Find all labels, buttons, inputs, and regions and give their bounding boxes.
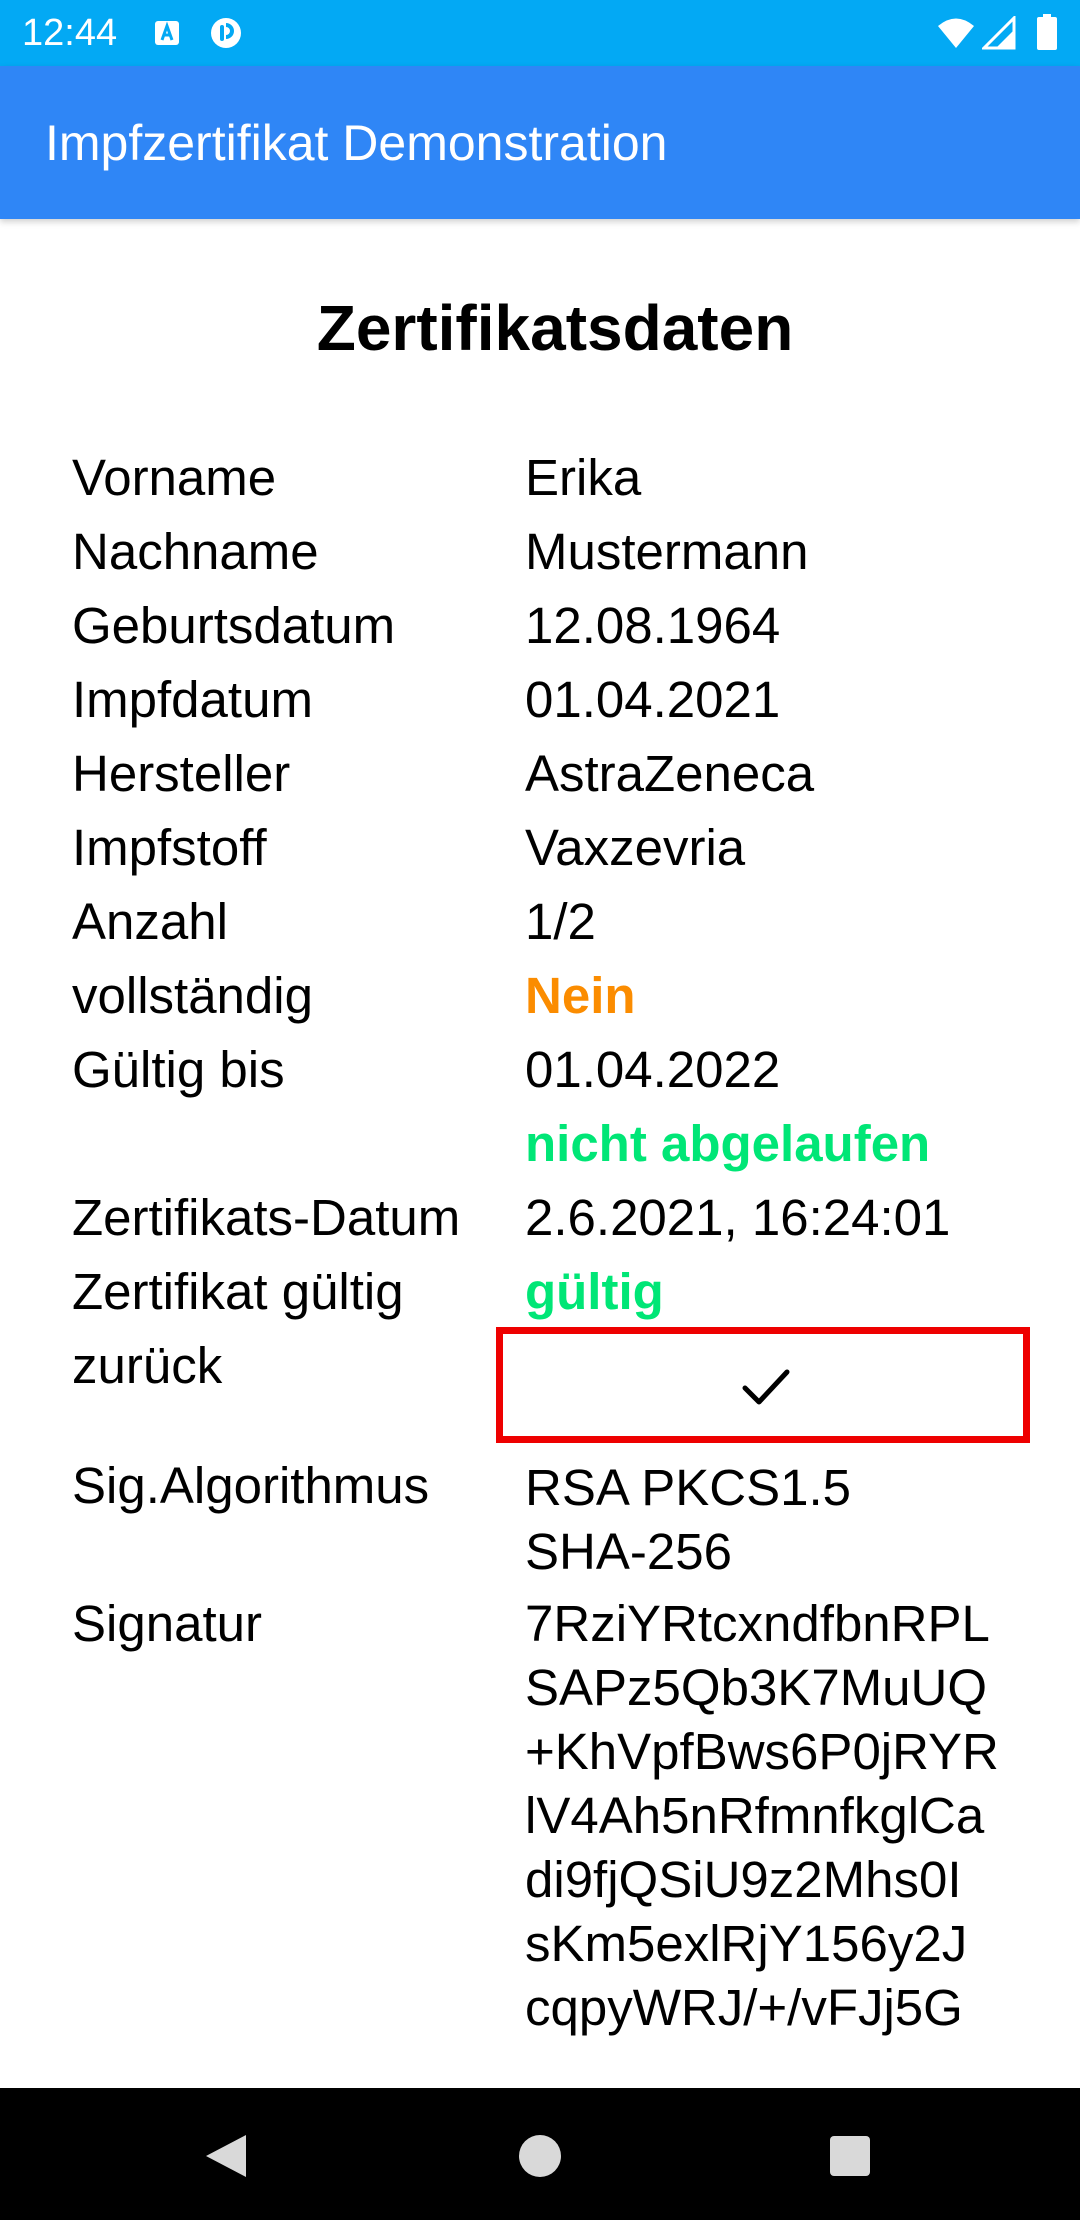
label-impfstoff: Impfstoff (72, 819, 267, 876)
value-signatur: 7RziYRtcxndfbnRPL SAPz5Qb3K7MuUQ +KhVpfB… (525, 1592, 999, 2040)
value-zertifikats-datum: 2.6.2021, 16:24:01 (525, 1189, 951, 1246)
expiry-status: nicht abgelaufen (525, 1115, 931, 1172)
label-zurueck: zurück (72, 1337, 223, 1394)
value-sig-algorithmus: RSA PKCS1.5 SHA-256 (525, 1456, 851, 1584)
value-hersteller: AstraZeneca (525, 745, 815, 802)
label-anzahl: Anzahl (72, 893, 228, 950)
signatur-line: lV4Ah5nRfmnfkglCa (525, 1787, 985, 1844)
value-nachname: Mustermann (525, 523, 809, 580)
signatur-line: sKm5exlRjY156y2J (525, 1915, 968, 1972)
value-geburtsdatum: 12.08.1964 (525, 597, 781, 654)
label-signatur: Signatur (72, 1595, 262, 1652)
status-time: 12:44 (22, 12, 118, 54)
label-impfdatum: Impfdatum (72, 671, 313, 728)
value-anzahl: 1/2 (525, 893, 596, 950)
signatur-line: cqpyWRJ/+/vFJj5G (525, 1979, 963, 2036)
signal-icon (982, 16, 1016, 50)
label-vollstaendig: vollständig (72, 967, 313, 1024)
signatur-line: SAPz5Qb3K7MuUQ (525, 1659, 988, 1716)
page-title: Zertifikatsdaten (316, 292, 794, 364)
label-zertifikats-datum: Zertifikats-Datum (72, 1189, 461, 1246)
label-geburtsdatum: Geburtsdatum (72, 597, 396, 654)
recents-icon[interactable] (829, 2135, 871, 2177)
value-vollstaendig: Nein (525, 967, 636, 1024)
battery-icon (1037, 14, 1057, 50)
back-icon[interactable] (204, 2133, 248, 2179)
app-title: Impfzertifikat Demonstration (45, 115, 668, 171)
signatur-line: 7RziYRtcxndfbnRPL (525, 1595, 990, 1652)
label-zertifikat-gueltig: Zertifikat gültig (72, 1263, 404, 1320)
label-vorname: Vorname (72, 449, 277, 506)
value-gueltig-bis: 01.04.2022 (525, 1041, 781, 1098)
label-gueltig-bis: Gültig bis (72, 1041, 285, 1098)
home-icon[interactable] (518, 2134, 562, 2178)
a-notification-icon (155, 21, 179, 45)
signatur-line: di9fjQSiU9z2Mhs0I (525, 1851, 962, 1908)
wifi-icon (938, 18, 974, 48)
label-hersteller: Hersteller (72, 745, 291, 802)
zurueck-checkbox[interactable] (496, 1327, 1030, 1443)
app-bar: Impfzertifikat Demonstration (0, 66, 1080, 219)
status-bar: 12:44 (0, 0, 1080, 66)
value-impfdatum: 01.04.2021 (525, 671, 781, 728)
value-impfstoff: Vaxzevria (525, 819, 746, 876)
value-zertifikat-gueltig: gültig (525, 1263, 664, 1320)
p-notification-icon (211, 18, 241, 48)
navigation-bar (0, 2088, 1080, 2220)
label-nachname: Nachname (72, 523, 319, 580)
sig-algorithmus-line: SHA-256 (525, 1523, 732, 1580)
signatur-line: +KhVpfBws6P0jRYR (525, 1723, 999, 1780)
sig-algorithmus-line: RSA PKCS1.5 (525, 1459, 851, 1516)
value-vorname: Erika (525, 449, 642, 506)
label-sig-algorithmus: Sig.Algorithmus (72, 1457, 430, 1514)
checkmark-icon (742, 1369, 790, 1405)
